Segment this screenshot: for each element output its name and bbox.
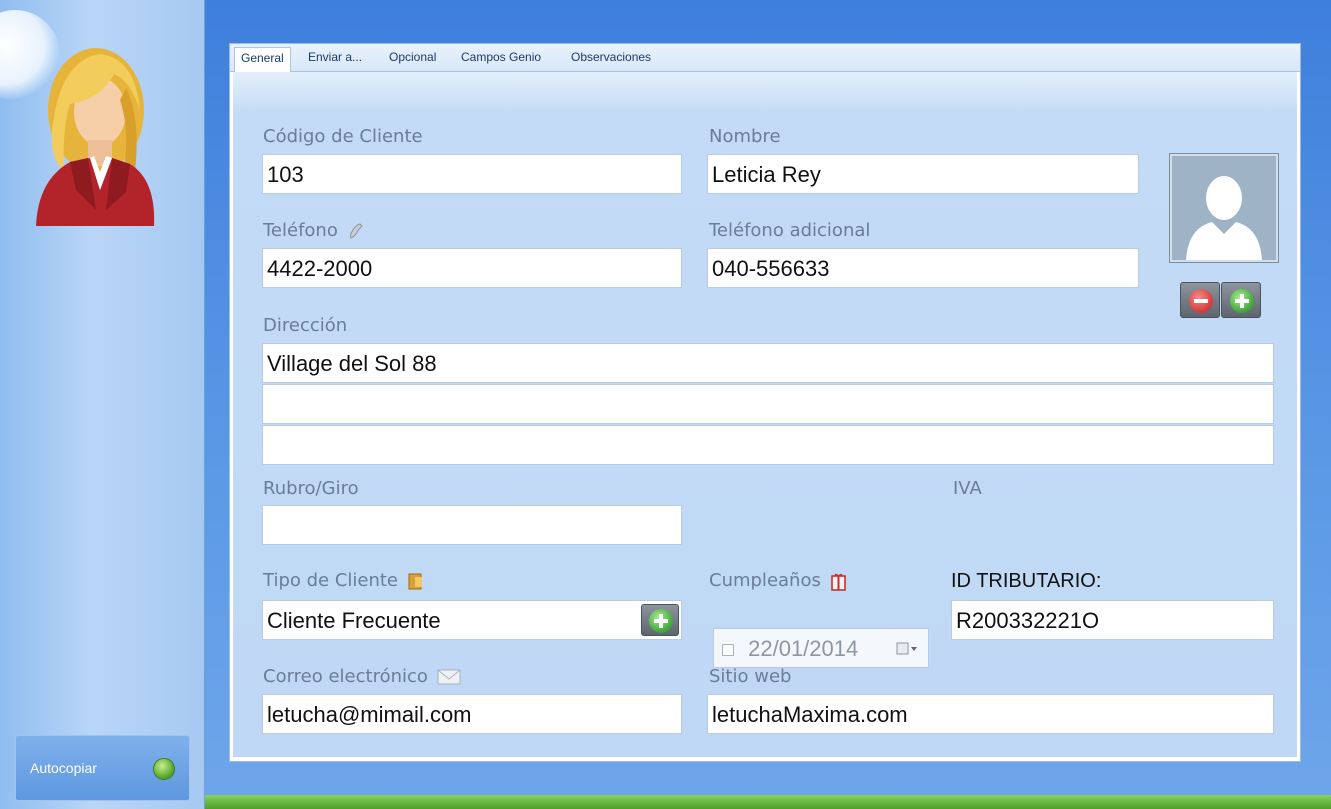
grass-decoration bbox=[205, 795, 1331, 809]
direccion-label: Dirección bbox=[263, 315, 348, 336]
tipo-cliente-field[interactable]: Cliente Frecuente bbox=[262, 600, 682, 640]
direccion-line-3[interactable] bbox=[262, 425, 1274, 465]
add-tipo-cliente-button[interactable] bbox=[641, 604, 679, 636]
id-tributario-label: ID TRIBUTARIO: bbox=[951, 570, 1102, 592]
left-panel: Autocopiar bbox=[0, 0, 205, 809]
form-header-band bbox=[233, 72, 1297, 110]
calendar-dropdown-icon[interactable] bbox=[896, 642, 918, 656]
cumpleanos-date-picker[interactable]: 22/01/2014 bbox=[713, 628, 929, 668]
autocopy-label: Autocopiar bbox=[30, 760, 97, 776]
cumpleanos-label: Cumpleaños bbox=[709, 570, 848, 591]
correo-label-text: Correo electrónico bbox=[263, 666, 428, 687]
tab-campos-genio[interactable]: Campos Genio bbox=[461, 50, 541, 64]
id-tributario-field[interactable]: R200332221O bbox=[951, 600, 1274, 640]
form-body: Código de Cliente 103 Nombre Leticia Rey… bbox=[233, 72, 1297, 757]
nombre-label: Nombre bbox=[709, 126, 781, 147]
correo-field[interactable]: letucha@mimail.com bbox=[262, 694, 682, 734]
tab-opcional[interactable]: Opcional bbox=[389, 50, 436, 64]
tipo-cliente-label-text: Tipo de Cliente bbox=[263, 570, 399, 591]
tab-strip: General Enviar a... Opcional Campos Geni… bbox=[230, 44, 1300, 73]
envelope-icon bbox=[437, 669, 461, 685]
rubro-field[interactable] bbox=[262, 505, 682, 545]
iva-label: IVA bbox=[953, 478, 982, 499]
refresh-icon bbox=[153, 758, 175, 780]
telefono-label: Teléfono bbox=[263, 220, 365, 241]
direccion-line-1[interactable]: Village del Sol 88 bbox=[262, 343, 1274, 383]
telefono-label-text: Teléfono bbox=[263, 220, 338, 241]
cumpleanos-value: 22/01/2014 bbox=[748, 636, 859, 661]
minus-icon bbox=[1189, 289, 1213, 313]
client-avatar-icon bbox=[36, 48, 155, 226]
codigo-label: Código de Cliente bbox=[263, 126, 423, 147]
plus-icon bbox=[649, 609, 673, 633]
cumpleanos-checkbox[interactable] bbox=[722, 644, 734, 657]
direccion-line-2[interactable] bbox=[262, 384, 1274, 424]
rubro-label: Rubro/Giro bbox=[263, 478, 359, 499]
telefono-field[interactable]: 4422-2000 bbox=[262, 248, 682, 288]
sitio-web-field[interactable]: letuchaMaxima.com bbox=[707, 694, 1274, 734]
telefono-adicional-label: Teléfono adicional bbox=[709, 220, 871, 241]
user-silhouette-icon bbox=[1186, 176, 1262, 260]
add-photo-button[interactable] bbox=[1221, 282, 1261, 318]
codigo-field[interactable]: 103 bbox=[262, 154, 682, 194]
tipo-cliente-value: Cliente Frecuente bbox=[267, 608, 441, 633]
client-form-window: General Enviar a... Opcional Campos Geni… bbox=[229, 43, 1301, 762]
cumpleanos-label-text: Cumpleaños bbox=[709, 570, 821, 591]
folder-icon bbox=[408, 573, 422, 590]
remove-photo-button[interactable] bbox=[1180, 282, 1220, 318]
tab-enviar-a[interactable]: Enviar a... bbox=[308, 50, 362, 64]
client-photo[interactable] bbox=[1170, 154, 1278, 262]
sitio-web-label: Sitio web bbox=[709, 666, 792, 687]
telefono-adicional-field[interactable]: 040-556633 bbox=[707, 248, 1139, 288]
phone-handset-icon bbox=[349, 223, 363, 239]
tab-observaciones[interactable]: Observaciones bbox=[571, 50, 651, 64]
autocopy-button[interactable]: Autocopiar bbox=[15, 735, 190, 801]
plus-icon bbox=[1230, 289, 1254, 313]
gift-icon bbox=[830, 573, 846, 591]
nombre-field[interactable]: Leticia Rey bbox=[707, 154, 1139, 194]
correo-label: Correo electrónico bbox=[263, 666, 463, 687]
tab-general[interactable]: General bbox=[234, 47, 291, 73]
tipo-cliente-label: Tipo de Cliente bbox=[263, 570, 425, 591]
